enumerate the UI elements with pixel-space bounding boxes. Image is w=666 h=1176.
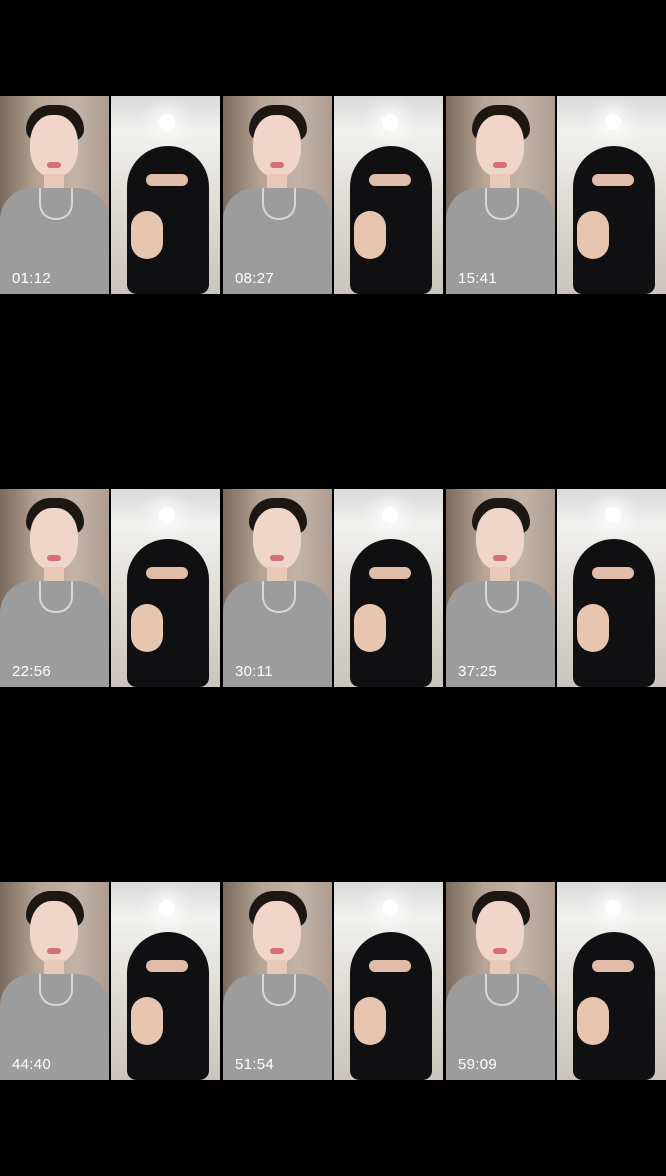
eye-opening <box>369 960 411 972</box>
hand <box>131 997 163 1045</box>
eye-opening <box>146 174 188 186</box>
video-frame <box>446 489 666 687</box>
hand <box>577 604 609 652</box>
thumbnail-1[interactable]: 01:12 <box>0 0 220 390</box>
left-participant-frame <box>223 882 332 1080</box>
thumbnail-8[interactable]: 51:54 <box>223 786 443 1176</box>
right-participant-frame <box>334 489 443 687</box>
right-participant-frame <box>111 882 220 1080</box>
ceiling-light <box>382 507 398 523</box>
shirt-collar <box>485 188 519 220</box>
left-participant-frame <box>223 489 332 687</box>
hand <box>131 604 163 652</box>
timestamp: 30:11 <box>235 663 273 680</box>
thumbnail-3[interactable]: 15:41 <box>446 0 666 390</box>
lips <box>47 948 61 954</box>
thumbnail-grid: 01:12 08:27 15:41 22:56 30:11 37:25 44:4… <box>0 0 666 1176</box>
video-frame <box>0 489 220 687</box>
ceiling-light <box>159 900 175 916</box>
eye-opening <box>592 960 634 972</box>
lips <box>47 162 61 168</box>
lips <box>47 555 61 561</box>
left-participant-frame <box>223 96 332 294</box>
hand <box>577 211 609 259</box>
shirt-collar <box>262 581 296 613</box>
video-frame <box>223 882 443 1080</box>
hand <box>354 997 386 1045</box>
shirt-collar <box>262 974 296 1006</box>
thumbnail-4[interactable]: 22:56 <box>0 393 220 783</box>
timestamp: 44:40 <box>12 1056 52 1073</box>
shirt-collar <box>262 188 296 220</box>
lips <box>270 948 284 954</box>
ceiling-light <box>605 507 621 523</box>
right-participant-frame <box>557 489 666 687</box>
left-participant-frame <box>446 489 555 687</box>
right-participant-frame <box>557 882 666 1080</box>
eye-opening <box>592 567 634 579</box>
timestamp: 01:12 <box>12 270 52 287</box>
video-frame <box>0 882 220 1080</box>
shirt-collar <box>485 581 519 613</box>
shirt-collar <box>485 974 519 1006</box>
eye-opening <box>146 960 188 972</box>
right-participant-frame <box>334 882 443 1080</box>
left-participant-frame <box>0 489 109 687</box>
eye-opening <box>592 174 634 186</box>
right-participant-frame <box>111 489 220 687</box>
ceiling-light <box>382 900 398 916</box>
shirt-collar <box>39 974 73 1006</box>
right-participant-frame <box>111 96 220 294</box>
thumbnail-7[interactable]: 44:40 <box>0 786 220 1176</box>
lips <box>493 948 507 954</box>
timestamp: 15:41 <box>458 270 498 287</box>
timestamp: 08:27 <box>235 270 275 287</box>
lips <box>270 555 284 561</box>
right-participant-frame <box>557 96 666 294</box>
timestamp: 51:54 <box>235 1056 275 1073</box>
video-frame <box>446 882 666 1080</box>
hand <box>354 211 386 259</box>
hand <box>577 997 609 1045</box>
timestamp: 22:56 <box>12 663 52 680</box>
left-participant-frame <box>446 882 555 1080</box>
video-frame <box>223 489 443 687</box>
left-participant-frame <box>446 96 555 294</box>
timestamp: 59:09 <box>458 1056 498 1073</box>
shirt-collar <box>39 188 73 220</box>
hand <box>354 604 386 652</box>
right-participant-frame <box>334 96 443 294</box>
ceiling-light <box>159 114 175 130</box>
ceiling-light <box>605 900 621 916</box>
video-frame <box>0 96 220 294</box>
shirt-collar <box>39 581 73 613</box>
lips <box>493 555 507 561</box>
lips <box>270 162 284 168</box>
video-frame <box>446 96 666 294</box>
thumbnail-6[interactable]: 37:25 <box>446 393 666 783</box>
ceiling-light <box>382 114 398 130</box>
lips <box>493 162 507 168</box>
ceiling-light <box>159 507 175 523</box>
timestamp: 37:25 <box>458 663 498 680</box>
thumbnail-9[interactable]: 59:09 <box>446 786 666 1176</box>
left-participant-frame <box>0 96 109 294</box>
thumbnail-2[interactable]: 08:27 <box>223 0 443 390</box>
video-frame <box>223 96 443 294</box>
ceiling-light <box>605 114 621 130</box>
eye-opening <box>369 567 411 579</box>
thumbnail-5[interactable]: 30:11 <box>223 393 443 783</box>
eye-opening <box>146 567 188 579</box>
eye-opening <box>369 174 411 186</box>
left-participant-frame <box>0 882 109 1080</box>
hand <box>131 211 163 259</box>
